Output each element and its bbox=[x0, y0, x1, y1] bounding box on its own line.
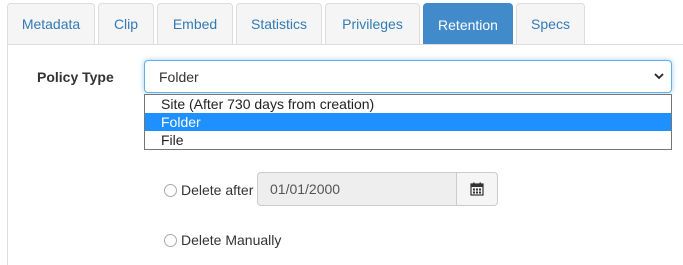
tab-privileges[interactable]: Privileges bbox=[325, 3, 420, 44]
chevron-down-icon bbox=[654, 73, 664, 80]
option-file[interactable]: File bbox=[145, 131, 671, 149]
policy-type-label: Policy Type bbox=[37, 69, 114, 85]
delete-manually-radio[interactable] bbox=[164, 233, 177, 247]
delete-after-row: Delete after bbox=[164, 182, 253, 198]
calendar-button[interactable] bbox=[457, 172, 498, 206]
calendar-icon bbox=[470, 182, 484, 196]
delete-manually-label: Delete Manually bbox=[181, 232, 282, 248]
option-site[interactable]: Site (After 730 days from creation) bbox=[145, 95, 671, 113]
tab-bar: Metadata Clip Embed Statistics Privilege… bbox=[7, 3, 588, 45]
policy-type-select[interactable]: Folder bbox=[144, 60, 672, 93]
tab-retention[interactable]: Retention bbox=[423, 3, 513, 45]
tab-metadata[interactable]: Metadata bbox=[7, 3, 95, 44]
delete-after-date-group: 01/01/2000 bbox=[257, 172, 498, 206]
policy-type-value: Folder bbox=[159, 68, 199, 85]
panel-border bbox=[7, 44, 8, 265]
delete-after-date-input[interactable]: 01/01/2000 bbox=[257, 172, 457, 206]
tab-clip[interactable]: Clip bbox=[98, 3, 154, 44]
tab-statistics[interactable]: Statistics bbox=[236, 3, 322, 44]
tab-specs[interactable]: Specs bbox=[516, 3, 585, 44]
policy-type-dropdown: Site (After 730 days from creation) Fold… bbox=[144, 94, 672, 150]
tab-embed[interactable]: Embed bbox=[157, 3, 233, 44]
option-folder[interactable]: Folder bbox=[145, 113, 671, 131]
delete-manually-row: Delete Manually bbox=[164, 232, 281, 248]
tab-divider bbox=[7, 44, 683, 45]
delete-after-label: Delete after bbox=[181, 182, 254, 198]
delete-after-radio[interactable] bbox=[164, 183, 177, 197]
